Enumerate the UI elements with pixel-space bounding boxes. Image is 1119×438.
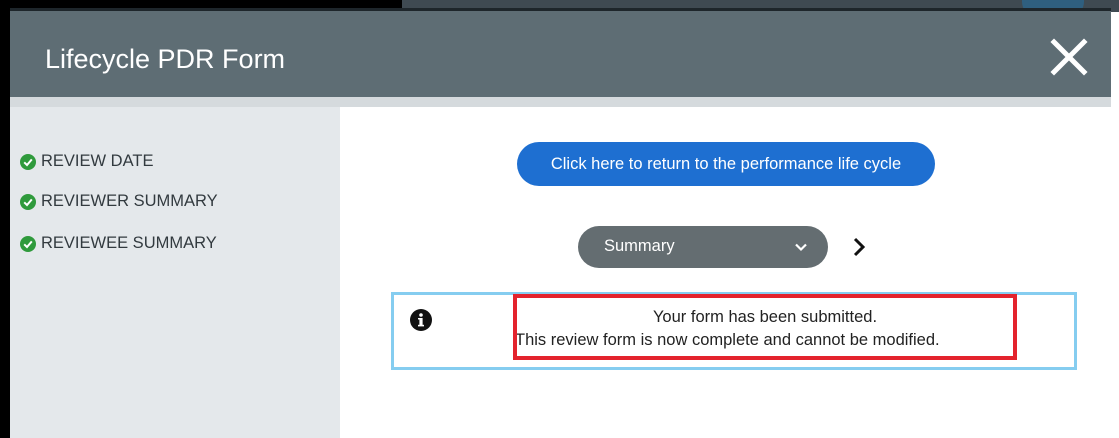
- sidebar-item-label: REVIEWER SUMMARY: [41, 192, 218, 210]
- form-sections-sidebar: REVIEW DATE REVIEWER SUMMARY REVIEWEE SU…: [10, 107, 340, 438]
- chevron-down-icon: [795, 243, 807, 252]
- check-circle-icon: [20, 153, 36, 170]
- close-x-icon: [1050, 38, 1088, 76]
- next-section-arrow[interactable]: [852, 236, 866, 258]
- section-select[interactable]: Summary: [578, 226, 828, 268]
- form-content: Click here to return to the performance …: [340, 107, 1111, 438]
- modal-title: Lifecycle PDR Form: [45, 44, 286, 74]
- check-circle-icon: [20, 235, 36, 252]
- screenshot-frame: Lifecycle PDR Form REVIEW DATE REVIEWER …: [0, 0, 1119, 438]
- modal-header: Lifecycle PDR Form: [10, 8, 1111, 97]
- sidebar-item-review-date[interactable]: REVIEW DATE: [20, 152, 153, 171]
- check-circle-icon: [20, 193, 36, 210]
- info-circle-icon: [410, 309, 432, 331]
- submitted-notice: Your form has been submitted. This revie…: [391, 292, 1077, 370]
- sidebar-item-label: REVIEW DATE: [41, 152, 154, 170]
- return-to-lifecycle-button[interactable]: Click here to return to the performance …: [517, 142, 935, 186]
- sidebar-item-reviewee-summary[interactable]: REVIEWEE SUMMARY: [20, 234, 217, 253]
- red-highlight-box: [513, 294, 1017, 360]
- sidebar-item-reviewer-summary[interactable]: REVIEWER SUMMARY: [20, 192, 218, 211]
- lifecycle-pdr-modal: Lifecycle PDR Form REVIEW DATE REVIEWER …: [10, 8, 1111, 438]
- header-divider: [10, 97, 1111, 107]
- section-select-value: Summary: [604, 237, 675, 255]
- close-button[interactable]: [1049, 37, 1089, 77]
- sidebar-item-label: REVIEWEE SUMMARY: [41, 234, 217, 252]
